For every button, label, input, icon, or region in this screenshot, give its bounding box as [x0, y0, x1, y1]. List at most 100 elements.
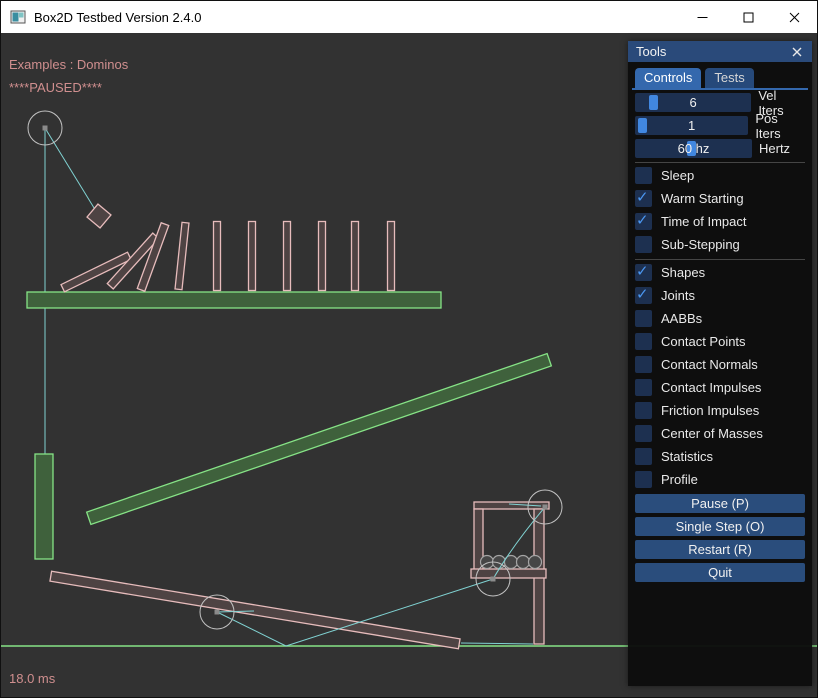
checkbox-label: Contact Impulses [661, 380, 761, 395]
window-title: Box2D Testbed Version 2.4.0 [34, 10, 201, 25]
slider-row: 1Pos Iters [635, 116, 805, 135]
checkbox-row-aabbs[interactable]: AABBs [635, 310, 805, 327]
tab-controls[interactable]: Controls [635, 68, 701, 88]
checkbox-row-friction-impulses[interactable]: Friction Impulses [635, 402, 805, 419]
checkbox-label: Contact Points [661, 334, 746, 349]
checkbox-row-time-of-impact[interactable]: ✓ Time of Impact [635, 213, 805, 230]
slider-vel-iters[interactable]: 6 [635, 93, 751, 112]
checkbox-label: Profile [661, 472, 698, 487]
anchor-dot [543, 505, 548, 510]
checkbox-row-contact-points[interactable]: Contact Points [635, 333, 805, 350]
single-step-o-button[interactable]: Single Step (O) [635, 517, 805, 536]
checkbox-row-joints[interactable]: ✓ Joints [635, 287, 805, 304]
app-window: Box2D Testbed Version 2.4.0 Examples : D… [0, 0, 818, 698]
slider-value: 1 [635, 116, 748, 135]
checkbox-row-contact-impulses[interactable]: Contact Impulses [635, 379, 805, 396]
tab-bar: ControlsTests [635, 68, 805, 88]
upright-domino [388, 222, 395, 291]
checkbox-row-warm-starting[interactable]: ✓ Warm Starting [635, 190, 805, 207]
restart-r-button[interactable]: Restart (R) [635, 540, 805, 559]
minimize-button[interactable] [679, 1, 725, 33]
panel-close-icon[interactable] [790, 45, 804, 59]
tools-panel-body: ControlsTests 6Vel Iters1Pos Iters60 hzH… [635, 62, 805, 686]
checkbox-checked[interactable]: ✓ [635, 264, 652, 281]
tools-panel-titlebar[interactable]: Tools [628, 41, 812, 62]
upright-domino [214, 222, 221, 291]
window-titlebar[interactable]: Box2D Testbed Version 2.4.0 [1, 1, 817, 33]
checkbox-row-shapes[interactable]: ✓ Shapes [635, 264, 805, 281]
checkbox-unchecked[interactable] [635, 236, 652, 253]
fallen-domino [175, 222, 189, 289]
button-section: Pause (P) Single Step (O) Restart (R) Quit [635, 494, 805, 582]
checkbox-row-sleep[interactable]: Sleep [635, 167, 805, 184]
checkbox-unchecked[interactable] [635, 356, 652, 373]
tab-tests[interactable]: Tests [705, 68, 753, 88]
simulation-canvas[interactable]: Examples : Dominos ****PAUSED**** 18.0 m… [1, 33, 817, 697]
checkbox-unchecked[interactable] [635, 425, 652, 442]
slider-label: Hertz [759, 141, 790, 156]
checkbox-row-statistics[interactable]: Statistics [635, 448, 805, 465]
checkbox-unchecked[interactable] [635, 333, 652, 350]
checkbox-unchecked[interactable] [635, 471, 652, 488]
checkbox-label: Contact Normals [661, 357, 758, 372]
checkbox-label: Sub-Stepping [661, 237, 740, 252]
checkbox-row-sub-stepping[interactable]: Sub-Stepping [635, 236, 805, 253]
slider-pos-iters[interactable]: 1 [635, 116, 748, 135]
separator [635, 162, 805, 163]
checkbox-label: Center of Masses [661, 426, 763, 441]
checkbox-label: Joints [661, 288, 695, 303]
separator [635, 259, 805, 260]
checkbox-row-profile[interactable]: Profile [635, 471, 805, 488]
checkmark-icon: ✓ [636, 285, 649, 303]
upright-domino [352, 222, 359, 291]
resting-ball [517, 556, 530, 569]
anchor-dot [43, 126, 48, 131]
checkbox-checked[interactable]: ✓ [635, 213, 652, 230]
checkbox-checked[interactable]: ✓ [635, 190, 652, 207]
upright-domino [284, 222, 291, 291]
window-controls [679, 1, 817, 33]
checkbox-unchecked[interactable] [635, 448, 652, 465]
angled-static-plank [87, 354, 552, 525]
checkbox-label: Shapes [661, 265, 705, 280]
anchor-dot [491, 577, 496, 582]
checkbox-row-contact-normals[interactable]: Contact Normals [635, 356, 805, 373]
example-label: Examples : Dominos [9, 57, 128, 72]
checkbox-unchecked[interactable] [635, 167, 652, 184]
pause-p-button[interactable]: Pause (P) [635, 494, 805, 513]
checkbox-label: Time of Impact [661, 214, 746, 229]
checkbox-label: Statistics [661, 449, 713, 464]
slider-hertz[interactable]: 60 hz [635, 139, 752, 158]
anchor-dot [215, 610, 220, 615]
maximize-button[interactable] [725, 1, 771, 33]
checkbox-label: Warm Starting [661, 191, 744, 206]
tools-panel: Tools ControlsTests 6Vel Iters1Pos Iters… [628, 41, 812, 686]
close-button[interactable] [771, 1, 817, 33]
app-icon [10, 9, 26, 25]
slider-row: 6Vel Iters [635, 93, 805, 112]
tools-panel-title: Tools [636, 44, 790, 59]
checkbox-unchecked[interactable] [635, 310, 652, 327]
frame-shelf [471, 569, 546, 578]
frame-time-label: 18.0 ms [9, 671, 55, 686]
slider-label: Pos Iters [755, 111, 805, 141]
paused-label: ****PAUSED**** [9, 80, 102, 95]
checkbox-row-center-of-masses[interactable]: Center of Masses [635, 425, 805, 442]
checkbox-unchecked[interactable] [635, 379, 652, 396]
slider-row: 60 hz Hertz [635, 139, 805, 158]
checkmark-icon: ✓ [636, 211, 649, 229]
slider-value: 6 [635, 93, 751, 112]
checkbox-label: Friction Impulses [661, 403, 759, 418]
slider-value: 60 hz [635, 139, 752, 158]
domino-shelf-platform [27, 292, 441, 308]
upright-domino [319, 222, 326, 291]
checkbox-unchecked[interactable] [635, 402, 652, 419]
checkbox-section: Sleep ✓ Warm Starting ✓ Time of Impact Sub-St… [635, 167, 805, 488]
checkbox-label: AABBs [661, 311, 702, 326]
quit-button[interactable]: Quit [635, 563, 805, 582]
pulley-rope-diagonal [45, 128, 99, 216]
upright-domino [249, 222, 256, 291]
checkmark-icon: ✓ [636, 262, 649, 280]
checkbox-checked[interactable]: ✓ [635, 287, 652, 304]
checkmark-icon: ✓ [636, 188, 649, 206]
